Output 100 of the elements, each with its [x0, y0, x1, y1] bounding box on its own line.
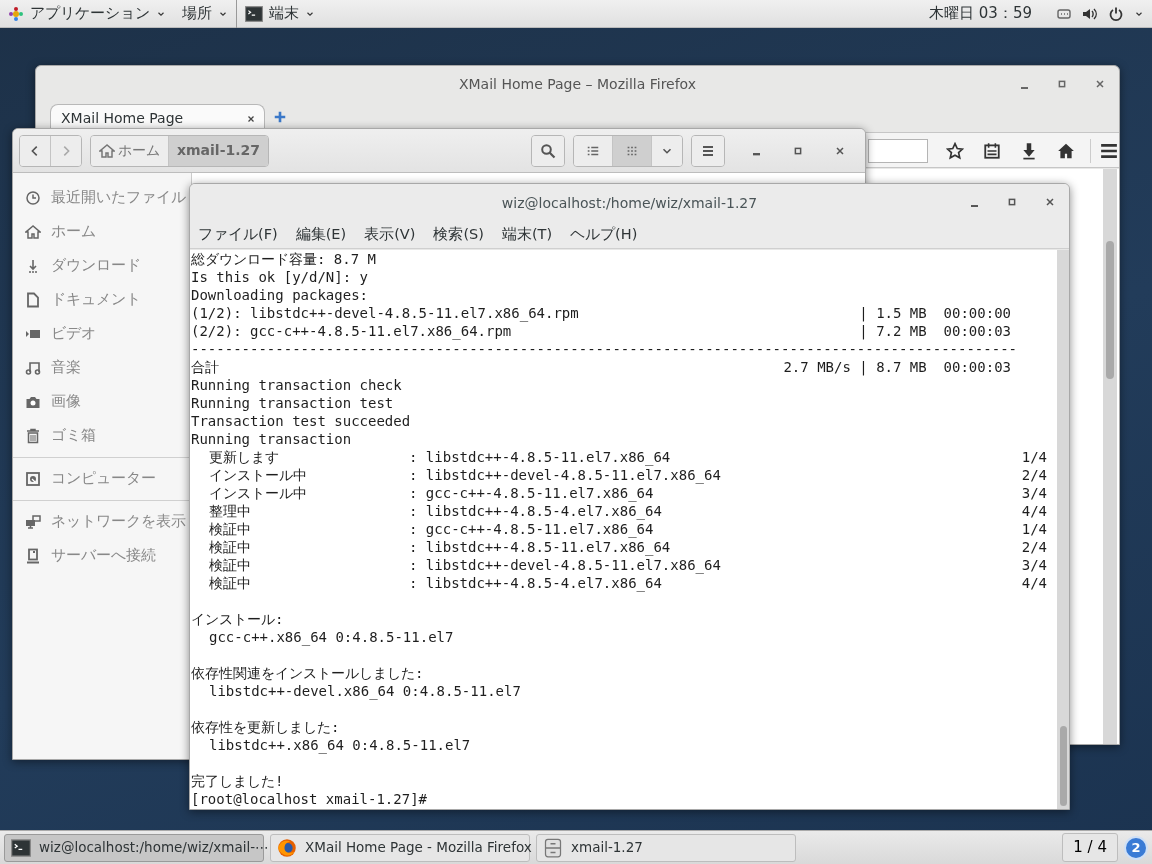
music-icon	[25, 360, 41, 376]
output-line: 依存性関連をインストールしました:	[191, 664, 424, 682]
output-line: gcc-c++.x86_64 0:4.8.5-11.el7	[208, 628, 454, 646]
menu-button[interactable]	[692, 135, 724, 166]
package-name: : libstdc++-devel-4.8.5-11.el7.x86_64	[409, 467, 721, 483]
list-view-button[interactable]	[574, 135, 613, 166]
package-name: : gcc-c++-4.8.5-11.el7.x86_64	[409, 521, 654, 537]
step-count: 2/4	[1021, 466, 1048, 484]
menu-item[interactable]: 編集(E)	[295, 224, 347, 246]
maximize-icon	[1056, 78, 1068, 90]
package-name: : libstdc++-4.8.5-4.el7.x86_64	[409, 575, 662, 591]
step-count: 1/4	[1021, 520, 1048, 538]
reading-list-icon	[982, 142, 1001, 160]
minimize-icon	[1020, 86, 1028, 90]
path-button[interactable]: ホーム	[91, 135, 169, 166]
app-menu[interactable]: 端末	[236, 0, 323, 28]
menu-icon	[1100, 142, 1118, 160]
terminal-icon	[11, 837, 31, 858]
output-line: Transaction test succeeded	[191, 412, 411, 430]
step-action: 整理中	[208, 502, 252, 520]
close-icon	[834, 144, 846, 157]
package-name: : gcc-c++-4.8.5-11.el7.x86_64	[409, 485, 654, 501]
home-icon	[99, 142, 115, 159]
output-line: libstdc++.x86_64 0:4.8.5-11.el7	[208, 736, 471, 754]
scrollbar[interactable]	[1057, 250, 1069, 809]
places-menu[interactable]: 場所	[174, 0, 236, 28]
menu-item[interactable]: ファイル(F)	[198, 224, 278, 246]
output-line: 合計	[191, 359, 219, 375]
home-icon	[1056, 142, 1075, 160]
taskbar-button[interactable]: XMail Home Page - Mozilla Firefox	[270, 833, 530, 862]
package-name: : libstdc++-4.8.5-11.el7.x86_64	[409, 449, 671, 465]
trash-icon	[25, 428, 41, 444]
transfer-stats: | 7.2 MB 00:00:03	[859, 322, 1012, 340]
search-icon	[540, 142, 556, 159]
output-line: (1/2): libstdc++-devel-4.8.5-11.el7.x86_64.rpm	[191, 305, 579, 321]
shell-prompt: [root@localhost xmail-1.27]#	[191, 790, 427, 808]
output-line: 総ダウンロード容量: 8.7 M	[191, 250, 376, 268]
output-line: Running transaction test	[191, 394, 394, 412]
close-icon[interactable]	[246, 113, 256, 124]
fox-icon	[277, 837, 297, 858]
notification-badge[interactable]: 2	[1124, 835, 1148, 860]
close-icon	[1094, 78, 1106, 90]
step-action: 検証中	[208, 574, 252, 592]
window-title: XMail Home Page – Mozilla Firefox	[458, 74, 697, 94]
step-count: 1/4	[1021, 448, 1048, 466]
output-line: Downloading packages:	[191, 286, 368, 304]
output-line: 完了しました!	[191, 772, 284, 790]
maximize-icon	[1006, 196, 1018, 208]
output-line: (2/2): gcc-c++-4.8.5-11.el7.x86_64.rpm	[191, 323, 512, 339]
terminal-icon	[245, 4, 263, 23]
menu-item[interactable]: ヘルプ(H)	[570, 224, 638, 246]
recent-icon	[25, 190, 41, 206]
computer-icon	[25, 471, 41, 487]
taskbar-button[interactable]: xmail-1.27	[536, 833, 796, 862]
step-action: 検証中	[208, 520, 252, 538]
scroll-thumb[interactable]	[1060, 726, 1067, 806]
step-action: 更新します	[208, 448, 280, 466]
cabinet-icon	[543, 837, 563, 858]
minimize-icon	[970, 204, 978, 208]
step-count: 4/4	[1021, 502, 1048, 520]
document-icon	[25, 292, 41, 308]
step-count: 4/4	[1021, 574, 1048, 592]
search-button[interactable]	[532, 135, 564, 166]
step-action: 検証中	[208, 556, 252, 574]
scrollbar[interactable]	[1103, 169, 1117, 744]
picture-icon	[25, 394, 41, 410]
menu-item[interactable]: 端末(T)	[501, 224, 553, 246]
step-count: 2/4	[1021, 538, 1048, 556]
menu-item[interactable]: 表示(V)	[364, 224, 416, 246]
menu-item[interactable]: 検索(S)	[433, 224, 484, 246]
power-icon	[1108, 5, 1124, 22]
close-icon	[1044, 196, 1056, 208]
output-line: libstdc++-devel.x86_64 0:4.8.5-11.el7	[208, 682, 521, 700]
clock[interactable]: 木曜日 03：59	[929, 2, 1032, 25]
step-action: インストール中	[208, 466, 308, 484]
new-tab-icon[interactable]	[273, 110, 287, 124]
server-icon	[25, 548, 41, 564]
menu-button[interactable]	[1090, 139, 1119, 163]
separator-line: --------------------------------------------------------------------------------------------------	[191, 340, 1017, 358]
step-count: 3/4	[1021, 556, 1048, 574]
address-field[interactable]	[868, 139, 928, 163]
workspace-switcher[interactable]: 1 / 4	[1062, 833, 1118, 862]
transfer-stats: 2.7 MB/s | 8.7 MB 00:00:03	[783, 358, 1012, 376]
home-icon	[25, 224, 41, 240]
output-line: Running transaction	[191, 430, 352, 448]
network-icon	[25, 514, 41, 530]
window-title: wiz@localhost:/home/wiz/xmail-1.27	[501, 193, 758, 213]
applications-menu[interactable]: アプリケーション	[0, 0, 174, 28]
bookmark-star-icon	[945, 142, 964, 160]
step-action: インストール中	[208, 484, 308, 502]
package-name: : libstdc++-devel-4.8.5-11.el7.x86_64	[409, 557, 721, 573]
path-button[interactable]: xmail-1.27	[169, 135, 268, 166]
output-line: 依存性を更新しました:	[191, 718, 340, 736]
app-grid-icon	[8, 5, 24, 22]
minimize-icon	[752, 153, 760, 156]
output-line: インストール:	[191, 610, 284, 628]
scroll-thumb[interactable]	[1106, 241, 1114, 379]
step-action: 検証中	[208, 538, 252, 556]
package-name: : libstdc++-4.8.5-4.el7.x86_64	[409, 503, 662, 519]
package-name: : libstdc++-4.8.5-11.el7.x86_64	[409, 539, 671, 555]
